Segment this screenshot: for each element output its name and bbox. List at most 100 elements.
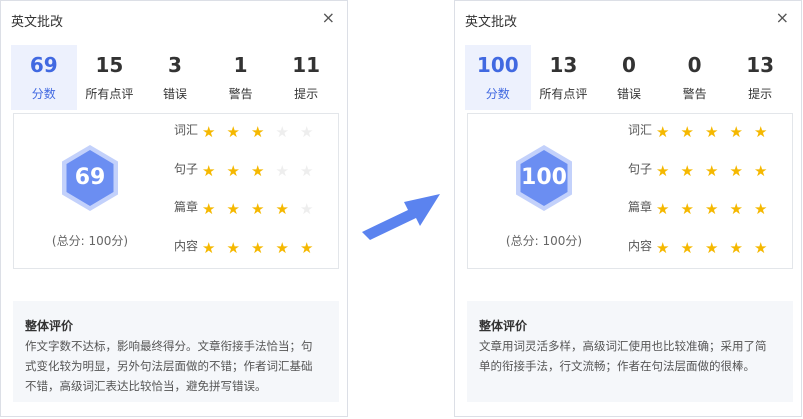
stats-bar: 100 分数 13 所有点评 0 错误 0 警告 13 提示 — [465, 45, 793, 110]
stat-value: 100 — [476, 53, 519, 77]
stat-label: 提示 — [294, 87, 319, 101]
star-icon: ★ — [729, 200, 743, 218]
panel-title: 英文批改 — [465, 15, 518, 30]
summary-line: 不错，高级词汇表达比较恰当，避免拼写错误。 — [25, 379, 267, 393]
rating-row: 句子 ★ ★ ★ ★ ★ — [174, 161, 325, 200]
rating-row: 篇章 ★ ★ ★ ★ ★ — [628, 199, 779, 238]
summary-line: 作文字数不达标，影响最终得分。文章衔接手法恰当；句 — [25, 339, 313, 353]
star-icon: ★ — [680, 123, 694, 141]
score-hexagon: 69 — [60, 144, 120, 212]
tab-tips[interactable]: 11 提示 — [273, 45, 339, 110]
rating-label: 词汇 — [174, 123, 199, 137]
stats-bar: 69 分数 15 所有点评 3 错误 1 警告 11 提示 — [11, 45, 339, 110]
summary-line: 文章用词灵活多样，高级词汇使用也比较准确；采用了简 — [479, 339, 767, 353]
star-rating: ★ ★ ★ ★ ★ — [202, 199, 325, 218]
overall-evaluation: 整体评价 作文字数不达标，影响最终得分。文章衔接手法恰当；句 式变化较为明显，另… — [13, 301, 339, 402]
close-icon[interactable]: × — [776, 9, 789, 27]
star-icon: ★ — [275, 161, 289, 180]
star-rating: ★ ★ ★ ★ ★ — [202, 122, 325, 141]
summary-title: 整体评价 — [25, 319, 74, 333]
star-icon: ★ — [251, 200, 265, 218]
summary-text: 文章用词灵活多样，高级词汇使用也比较准确；采用了简 单的衔接手法，行文流畅；作者… — [479, 336, 781, 376]
stat-label: 警告 — [682, 87, 707, 101]
rating-row: 词汇 ★ ★ ★ ★ ★ — [174, 122, 325, 161]
total-score-label: (总分: 100分) — [51, 234, 129, 248]
star-icon: ★ — [754, 238, 768, 257]
stat-value: 15 — [95, 53, 124, 77]
total-score-label: (总分: 100分) — [505, 234, 583, 248]
star-icon: ★ — [754, 123, 768, 141]
tab-tips[interactable]: 13 提示 — [727, 45, 793, 110]
rating-label: 内容 — [174, 238, 199, 253]
stat-value: 0 — [687, 53, 702, 77]
star-icon: ★ — [251, 161, 265, 180]
stat-label: 错误 — [616, 87, 641, 101]
rating-label: 篇章 — [628, 200, 653, 214]
star-icon: ★ — [300, 240, 325, 256]
star-icon: ★ — [300, 200, 314, 218]
star-icon: ★ — [680, 200, 694, 218]
tab-warnings[interactable]: 0 警告 — [662, 45, 728, 110]
star-icon: ★ — [202, 238, 216, 257]
stat-label: 警告 — [228, 87, 253, 101]
stat-value: 1 — [233, 53, 248, 77]
star-icon: ★ — [275, 238, 289, 257]
stat-label: 所有点评 — [85, 87, 134, 101]
star-icon: ★ — [705, 200, 719, 218]
star-icon: ★ — [705, 123, 719, 141]
tab-warnings[interactable]: 1 警告 — [208, 45, 274, 110]
star-icon: ★ — [300, 161, 314, 180]
star-icon: ★ — [202, 123, 216, 141]
stat-label: 分数 — [31, 87, 56, 101]
rating-label: 句子 — [174, 161, 199, 176]
star-rating: ★ ★ ★ ★ ★ — [656, 122, 779, 141]
summary-text: 作文字数不达标，影响最终得分。文章衔接手法恰当；句 式变化较为明显，另外句法层面… — [25, 336, 327, 396]
tab-score[interactable]: 100 分数 — [465, 45, 531, 110]
star-rating: ★ ★ ★ ★ ★ — [656, 238, 779, 257]
summary-line: 式变化较为明显，另外句法层面做的不错；作者词汇基础 — [25, 359, 313, 373]
tab-score[interactable]: 69 分数 — [11, 45, 77, 110]
star-icon: ★ — [251, 123, 265, 141]
stat-label: 所有点评 — [539, 87, 588, 101]
tab-all-comments[interactable]: 13 所有点评 — [531, 45, 597, 110]
correction-panel-before: 英文批改 × 69 分数 15 所有点评 3 错误 1 警告 11 提示 69 … — [0, 0, 348, 417]
star-rating: ★ ★ ★ ★ ★ — [656, 161, 779, 180]
score-card: 69 (总分: 100分) 词汇 ★ ★ ★ ★ ★ 句子 ★ ★ ★ ★ ★ 篇章 ★ ★ ★ ★ ★… — [13, 113, 339, 269]
stat-value: 13 — [746, 53, 775, 77]
star-rating: ★ ★ ★ ★ ★ — [202, 161, 325, 180]
stat-value: 11 — [292, 53, 321, 77]
rating-row: 内容 ★ ★ ★ ★ ★ — [174, 238, 325, 277]
star-icon: ★ — [202, 161, 216, 180]
star-icon: ★ — [276, 201, 301, 217]
tab-all-comments[interactable]: 15 所有点评 — [77, 45, 143, 110]
stat-label: 错误 — [162, 87, 187, 101]
star-icon: ★ — [729, 123, 743, 141]
star-icon: ★ — [656, 200, 670, 218]
tab-errors[interactable]: 3 错误 — [142, 45, 208, 110]
tab-errors[interactable]: 0 错误 — [596, 45, 662, 110]
rating-row: 篇章 ★ ★ ★ ★ ★ — [174, 199, 325, 238]
summary-line: 单的衔接手法，行文流畅；作者在句法层面做的很棒。 — [479, 359, 755, 373]
star-icon: ★ — [226, 238, 240, 257]
summary-title: 整体评价 — [479, 319, 528, 333]
star-icon: ★ — [754, 161, 768, 180]
stat-value: 13 — [549, 53, 578, 77]
star-icon: ★ — [275, 123, 289, 141]
star-rating: ★ ★ ★ ★ ★ — [656, 199, 779, 218]
rating-label: 句子 — [628, 161, 653, 176]
star-icon: ★ — [656, 123, 670, 141]
stat-value: 0 — [622, 53, 636, 77]
star-icon: ★ — [251, 238, 265, 257]
star-rating: ★ ★ ★ ★ ★ — [202, 238, 325, 257]
star-icon: ★ — [226, 161, 240, 180]
arrow-right-icon — [362, 194, 440, 240]
star-icon: ★ — [656, 161, 670, 180]
score-hexagon: 100 — [514, 144, 574, 212]
star-icon: ★ — [705, 238, 719, 257]
star-icon: ★ — [705, 161, 719, 180]
close-icon[interactable]: × — [322, 9, 335, 27]
score-card: 100 (总分: 100分) 词汇 ★ ★ ★ ★ ★ 句子 ★ ★ ★ ★ ★ 篇章 ★ ★ ★ ★… — [467, 113, 793, 269]
rating-label: 词汇 — [628, 123, 653, 137]
rating-label: 篇章 — [174, 200, 199, 214]
rating-label: 内容 — [628, 238, 653, 253]
